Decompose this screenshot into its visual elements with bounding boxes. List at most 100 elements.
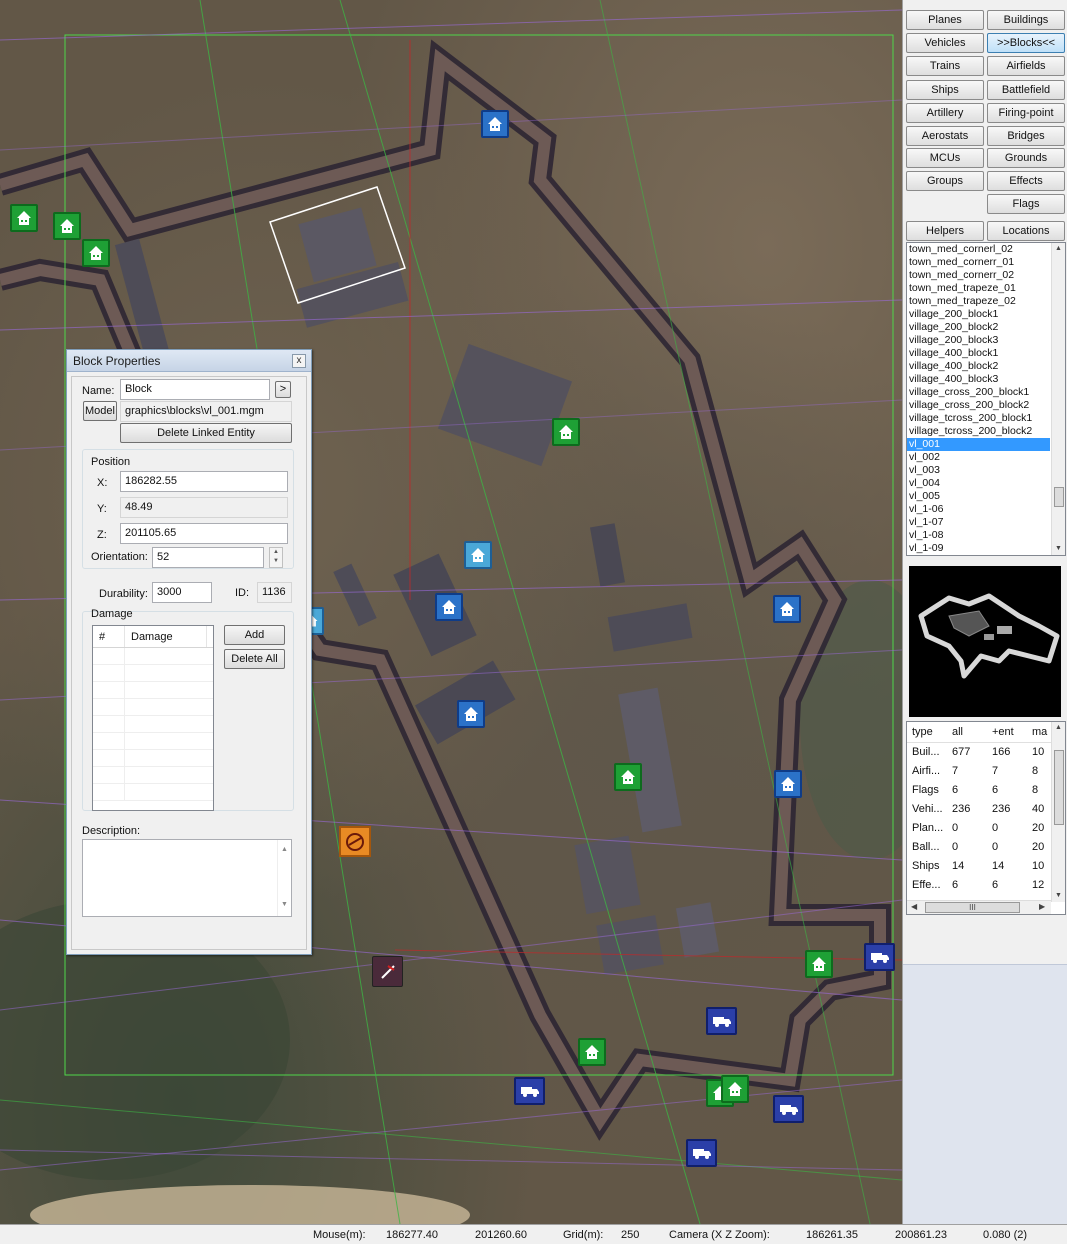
- model-button[interactable]: Model: [83, 401, 117, 421]
- block-list-item[interactable]: village_400_block1: [907, 347, 1050, 360]
- stats-column-header[interactable]: +ent: [987, 722, 1027, 743]
- scroll-up-icon[interactable]: ▲: [1052, 243, 1065, 255]
- damage-add-button[interactable]: Add: [224, 625, 285, 645]
- category-button-battlefield[interactable]: Battlefield: [987, 80, 1065, 100]
- block-list-item[interactable]: vl_003: [907, 464, 1050, 477]
- category-button-planes[interactable]: Planes: [906, 10, 984, 30]
- plane-marker-icon[interactable]: [372, 956, 403, 987]
- tab-helpers[interactable]: Helpers: [906, 221, 984, 241]
- x-coordinate-field[interactable]: 186282.55: [120, 471, 288, 492]
- block-list-item[interactable]: village_tcross_200_block1: [907, 412, 1050, 425]
- house-marker-icon[interactable]: [552, 418, 580, 446]
- damage-delete-all-button[interactable]: Delete All: [224, 649, 285, 669]
- stats-row[interactable]: Effe... 6 6 12: [907, 875, 1052, 894]
- category-button-ships[interactable]: Ships: [906, 80, 984, 100]
- category-button-vehicles[interactable]: Vehicles: [906, 33, 984, 53]
- block-list-scrollbar[interactable]: ▲ ▼: [1051, 243, 1065, 555]
- block-list-item[interactable]: vl_004: [907, 477, 1050, 490]
- house-marker-icon[interactable]: [773, 595, 801, 623]
- house-marker-icon[interactable]: [82, 239, 110, 267]
- house-marker-icon[interactable]: [457, 700, 485, 728]
- house-marker-icon[interactable]: [10, 204, 38, 232]
- house-marker-icon[interactable]: [53, 212, 81, 240]
- block-list-item[interactable]: town_med_trapeze_02: [907, 295, 1050, 308]
- block-list-item[interactable]: village_200_block3: [907, 334, 1050, 347]
- dialog-titlebar[interactable]: Block Properties: [67, 350, 311, 372]
- stats-row[interactable]: Plan... 0 0 20: [907, 818, 1052, 837]
- stats-row[interactable]: Buil... 677 166 10: [907, 742, 1052, 761]
- block-list-item[interactable]: village_cross_200_block2: [907, 399, 1050, 412]
- durability-field[interactable]: 3000: [152, 582, 212, 603]
- stats-vertical-scrollbar[interactable]: ▲ ▼: [1051, 722, 1065, 902]
- block-list-item[interactable]: vl_1-09: [907, 542, 1050, 555]
- house-marker-icon[interactable]: [435, 593, 463, 621]
- category-button-flags[interactable]: Flags: [987, 194, 1065, 214]
- category-button-firingpoint[interactable]: Firing-point: [987, 103, 1065, 123]
- block-list-item[interactable]: village_400_block2: [907, 360, 1050, 373]
- category-button-aerostats[interactable]: Aerostats: [906, 126, 984, 146]
- block-list-item[interactable]: vl_001: [907, 438, 1050, 451]
- block-list-item[interactable]: village_200_block2: [907, 321, 1050, 334]
- category-button-buildings[interactable]: Buildings: [987, 10, 1065, 30]
- vehicle-marker-icon[interactable]: [773, 1095, 804, 1123]
- block-list-item[interactable]: town_med_cornerr_01: [907, 256, 1050, 269]
- category-button-airfields[interactable]: Airfields: [987, 56, 1065, 76]
- house-marker-icon[interactable]: [578, 1038, 606, 1066]
- house-marker-icon[interactable]: [481, 110, 509, 138]
- category-button-trains[interactable]: Trains: [906, 56, 984, 76]
- artillery-marker-icon[interactable]: [339, 826, 371, 857]
- stats-row[interactable]: Vehi... 236 236 40: [907, 799, 1052, 818]
- stats-row[interactable]: Ball... 0 0 20: [907, 837, 1052, 856]
- stats-horizontal-scrollbar[interactable]: ◀ III ▶: [907, 900, 1051, 914]
- block-list[interactable]: town_med_cornerl_02 town_med_cornerr_01 to…: [906, 242, 1066, 556]
- vehicle-marker-icon[interactable]: [864, 943, 895, 971]
- category-button-mcus[interactable]: MCUs: [906, 148, 984, 168]
- stats-column-header[interactable]: ma: [1027, 722, 1052, 743]
- vehicle-marker-icon[interactable]: [706, 1007, 737, 1035]
- block-list-item[interactable]: village_200_block1: [907, 308, 1050, 321]
- close-icon[interactable]: x: [292, 354, 306, 368]
- damage-table[interactable]: # Damage: [92, 625, 214, 811]
- block-list-item[interactable]: town_med_cornerr_02: [907, 269, 1050, 282]
- object-count-table[interactable]: type all +ent ma Buil... 677 166 10 Airfi... 7 7 8…: [906, 721, 1066, 915]
- block-list-item[interactable]: town_med_cornerl_02: [907, 243, 1050, 256]
- block-list-item[interactable]: village_cross_200_block1: [907, 386, 1050, 399]
- house-marker-icon[interactable]: [614, 763, 642, 791]
- orientation-spinner[interactable]: ▲ ▼: [269, 547, 283, 568]
- block-list-item[interactable]: vl_1-08: [907, 529, 1050, 542]
- name-expand-button[interactable]: >: [275, 381, 291, 398]
- house-marker-icon[interactable]: [721, 1075, 749, 1103]
- block-list-item[interactable]: vl_1-07: [907, 516, 1050, 529]
- description-field[interactable]: ▲ ▼: [82, 839, 292, 917]
- block-list-item[interactable]: village_400_block3: [907, 373, 1050, 386]
- scroll-down-icon[interactable]: ▼: [1052, 543, 1065, 555]
- category-button-effects[interactable]: Effects: [987, 171, 1065, 191]
- block-list-item[interactable]: vl_005: [907, 490, 1050, 503]
- house-marker-icon[interactable]: [774, 770, 802, 798]
- stats-column-header[interactable]: type: [907, 722, 947, 743]
- stats-row[interactable]: Airfi... 7 7 8: [907, 761, 1052, 780]
- stats-row[interactable]: Ships 14 14 10: [907, 856, 1052, 875]
- block-list-item[interactable]: vl_1-06: [907, 503, 1050, 516]
- name-field[interactable]: Block: [120, 379, 270, 400]
- category-button-groups[interactable]: Groups: [906, 171, 984, 191]
- vehicle-marker-icon[interactable]: [514, 1077, 545, 1105]
- block-list-item[interactable]: vl_002: [907, 451, 1050, 464]
- house-marker-icon[interactable]: [805, 950, 833, 978]
- stats-column-header[interactable]: all: [947, 722, 987, 743]
- vehicle-marker-icon[interactable]: [686, 1139, 717, 1167]
- scroll-thumb[interactable]: [1054, 487, 1064, 507]
- category-button-bridges[interactable]: Bridges: [987, 126, 1065, 146]
- orientation-field[interactable]: 52: [152, 547, 264, 568]
- category-button-blocks[interactable]: >>Blocks<<: [987, 33, 1065, 53]
- category-button-artillery[interactable]: Artillery: [906, 103, 984, 123]
- tab-locations[interactable]: Locations: [987, 221, 1065, 241]
- house-marker-icon[interactable]: [464, 541, 492, 569]
- category-button-grounds[interactable]: Grounds: [987, 148, 1065, 168]
- block-list-item[interactable]: town_med_trapeze_01: [907, 282, 1050, 295]
- description-scrollbar[interactable]: ▲ ▼: [277, 840, 291, 916]
- z-coordinate-field[interactable]: 201105.65: [120, 523, 288, 544]
- stats-row[interactable]: Flags 6 6 8: [907, 780, 1052, 799]
- block-list-item[interactable]: village_tcross_200_block2: [907, 425, 1050, 438]
- delete-linked-entity-button[interactable]: Delete Linked Entity: [120, 423, 292, 443]
